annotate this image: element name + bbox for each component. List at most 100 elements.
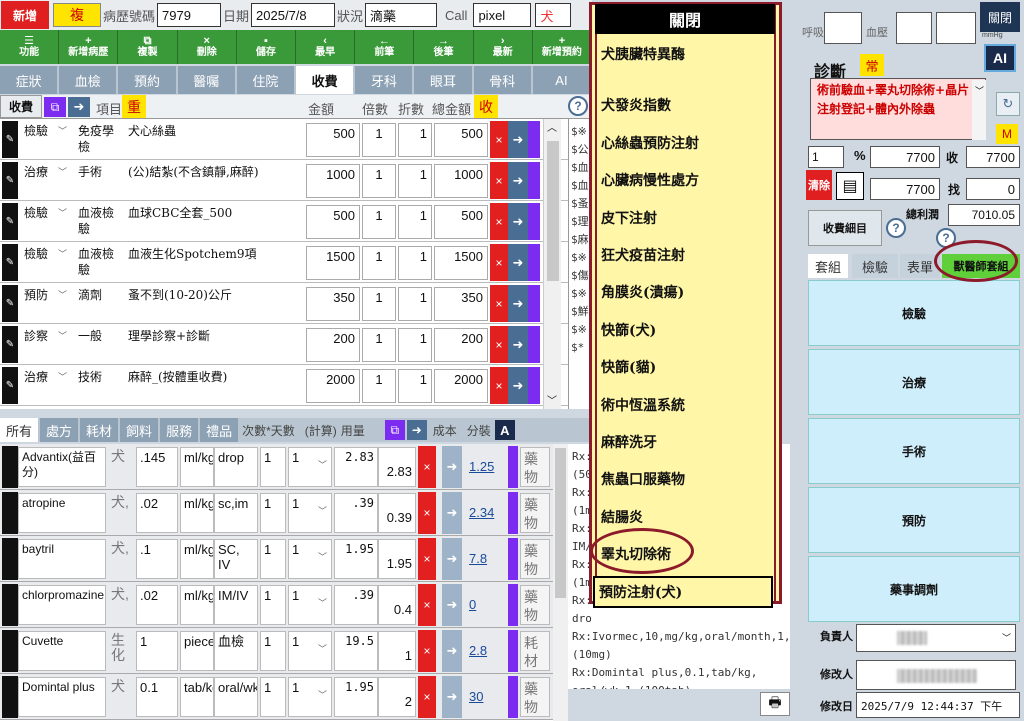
- next-button[interactable]: → 後筆: [414, 30, 474, 64]
- rx-tab-1[interactable]: 處方: [40, 418, 79, 442]
- rx-usage[interactable]: 0.4: [378, 585, 416, 625]
- chevron-down-icon[interactable]: ﹀: [58, 369, 67, 385]
- dropdown-close-button[interactable]: 關閉: [595, 4, 775, 34]
- tab-1[interactable]: 血檢: [59, 66, 119, 94]
- chevron-down-icon[interactable]: ﹀: [58, 123, 67, 139]
- chevron-down-icon[interactable]: ﹀: [58, 287, 67, 303]
- delete-row-icon[interactable]: ×: [490, 162, 508, 199]
- clear-button[interactable]: 清除: [806, 170, 832, 200]
- rx-tab-4[interactable]: 服務: [160, 418, 199, 442]
- rx-row[interactable]: baytril 犬, .1 ml/kg SC, IV 1 1 ﹀ 1.95 1.95 × ➜ 7.8 藥物: [0, 536, 568, 582]
- arrow-right-icon[interactable]: ➜: [508, 121, 528, 158]
- arrow-right-icon[interactable]: ➜: [442, 446, 462, 488]
- rx-count[interactable]: 1: [260, 447, 286, 487]
- dropdown-item[interactable]: 焦蟲口服藥物: [597, 463, 773, 495]
- fee-row[interactable]: ✎ 檢驗 ﹀ 血液檢驗 血液生化Spotchem9項 1500 1 1 1500 × ➜: [0, 242, 568, 283]
- fee-total[interactable]: 200: [434, 328, 488, 362]
- fee-discount[interactable]: 1: [398, 123, 432, 157]
- group-button[interactable]: 手術: [808, 418, 1020, 484]
- rx-cost[interactable]: 2.34: [466, 493, 506, 533]
- percent-amount[interactable]: 7700: [870, 146, 940, 168]
- delete-row-icon[interactable]: ×: [418, 584, 436, 626]
- fee-times[interactable]: 1: [362, 164, 396, 198]
- fee-row[interactable]: ✎ 檢驗 ﹀ 血液檢驗 血球CBC全套_500 500 1 1 500 × ➜: [0, 201, 568, 242]
- scroll-down-icon[interactable]: ﹀: [547, 392, 557, 407]
- dropdown-item[interactable]: 犬發炎指數: [597, 89, 773, 121]
- edit-icon[interactable]: ✎: [2, 285, 18, 322]
- collect-button[interactable]: 收: [474, 95, 498, 118]
- fee-amount[interactable]: 500: [306, 205, 360, 239]
- arrow-right-icon[interactable]: ➜: [508, 367, 528, 404]
- rx-cost[interactable]: 2.8: [466, 631, 506, 671]
- row-tag-button[interactable]: [528, 244, 540, 281]
- total-profit-value[interactable]: 7010.05: [948, 204, 1020, 226]
- edit-icon[interactable]: [2, 446, 18, 488]
- chevron-down-icon[interactable]: ﹀: [58, 328, 67, 344]
- help-icon[interactable]: ?: [568, 96, 588, 116]
- rx-dose[interactable]: .02: [136, 585, 178, 625]
- fee-times[interactable]: 1: [362, 123, 396, 157]
- fee-times[interactable]: 1: [362, 287, 396, 321]
- rx-count[interactable]: 1: [260, 585, 286, 625]
- fee-amount[interactable]: 1500: [306, 246, 360, 280]
- rx-unit[interactable]: ml/kg: [180, 493, 214, 533]
- rx-dose[interactable]: 1: [136, 631, 178, 671]
- row-tag-button[interactable]: [508, 492, 518, 534]
- printer-icon[interactable]: 🖶: [760, 692, 790, 716]
- edit-icon[interactable]: ✎: [2, 326, 18, 363]
- edit-icon[interactable]: ✎: [2, 121, 18, 158]
- first-button[interactable]: ‹ 最早: [296, 30, 356, 64]
- receipt-icon[interactable]: ▤: [836, 172, 864, 200]
- rx-row[interactable]: atropine 犬, .02 ml/kg sc,im 1 1 ﹀ .39 0.39 × ➜ 2.34 藥…: [0, 490, 568, 536]
- arrow-right-icon[interactable]: ➜: [406, 420, 427, 440]
- rx-unit[interactable]: ml/kg: [180, 447, 214, 487]
- rx-dose[interactable]: 0.1: [136, 677, 178, 717]
- owner-select[interactable]: ﹀: [856, 624, 1016, 652]
- row-tag-button[interactable]: [528, 285, 540, 322]
- tab-4[interactable]: 住院: [236, 66, 297, 94]
- scroll-up-icon[interactable]: ︿: [547, 119, 557, 134]
- rx-usage[interactable]: 1.95: [378, 539, 416, 579]
- tab-9[interactable]: AI: [532, 66, 593, 94]
- rx-route[interactable]: drop: [214, 447, 258, 487]
- rx-row[interactable]: chlorpromazine 犬, .02 ml/kg IM/IV 1 1 ﹀ .39 0.4 × ➜…: [0, 582, 568, 628]
- edit-icon[interactable]: [2, 538, 18, 580]
- chevron-down-icon[interactable]: ﹀: [58, 164, 67, 180]
- scroll-thumb[interactable]: [555, 448, 566, 598]
- arrow-right-icon[interactable]: ➜: [442, 538, 462, 580]
- fee-detail-button[interactable]: 收費細目: [808, 210, 882, 246]
- rx-unit[interactable]: tab/kg: [180, 677, 214, 717]
- chevron-down-icon[interactable]: ﹀: [318, 688, 327, 701]
- fee-amount[interactable]: 1000: [306, 164, 360, 198]
- fee-times[interactable]: 1: [362, 369, 396, 403]
- rx-drug-name[interactable]: Domintal plus: [18, 677, 106, 717]
- last-button[interactable]: › 最新: [473, 30, 533, 64]
- arrow-right-icon[interactable]: ➜: [508, 326, 528, 363]
- rx-tab-0[interactable]: 所有: [0, 418, 39, 442]
- fee-discount[interactable]: 1: [398, 328, 432, 362]
- arrow-right-icon[interactable]: ➜: [442, 676, 462, 718]
- ai-button[interactable]: AI: [984, 44, 1016, 72]
- group-button[interactable]: 預防: [808, 487, 1020, 553]
- change-amount[interactable]: 0: [966, 178, 1020, 200]
- fee-discount[interactable]: 1: [398, 205, 432, 239]
- edit-icon[interactable]: ✎: [2, 244, 18, 281]
- dropdown-item[interactable]: 狂犬疫苗注射: [597, 239, 773, 271]
- fee-amount[interactable]: 200: [306, 328, 360, 362]
- group-button[interactable]: 治療: [808, 349, 1020, 415]
- edit-icon[interactable]: ✎: [2, 162, 18, 199]
- rx-dose[interactable]: .1: [136, 539, 178, 579]
- function-button[interactable]: ☰ 功能: [0, 30, 60, 64]
- fee-amount[interactable]: 350: [306, 287, 360, 321]
- delete-row-icon[interactable]: ×: [490, 367, 508, 404]
- group-button[interactable]: 檢驗: [808, 280, 1020, 346]
- arrow-right-icon[interactable]: ➜: [508, 162, 528, 199]
- rx-drug-name[interactable]: Advantix(益百分): [18, 447, 106, 487]
- arrow-right-icon[interactable]: ➜: [442, 584, 462, 626]
- rx-count[interactable]: 1: [260, 631, 286, 671]
- rx-tab-2[interactable]: 耗材: [80, 418, 119, 442]
- dropdown-item[interactable]: 心臟病慢性處方: [597, 164, 773, 196]
- rx-usage[interactable]: 2.83: [378, 447, 416, 487]
- rx-route[interactable]: SC, IV: [214, 539, 258, 579]
- fee-row[interactable]: ✎ 診察 ﹀ 一般 理學診察+診斷 200 1 1 200 × ➜: [0, 324, 568, 365]
